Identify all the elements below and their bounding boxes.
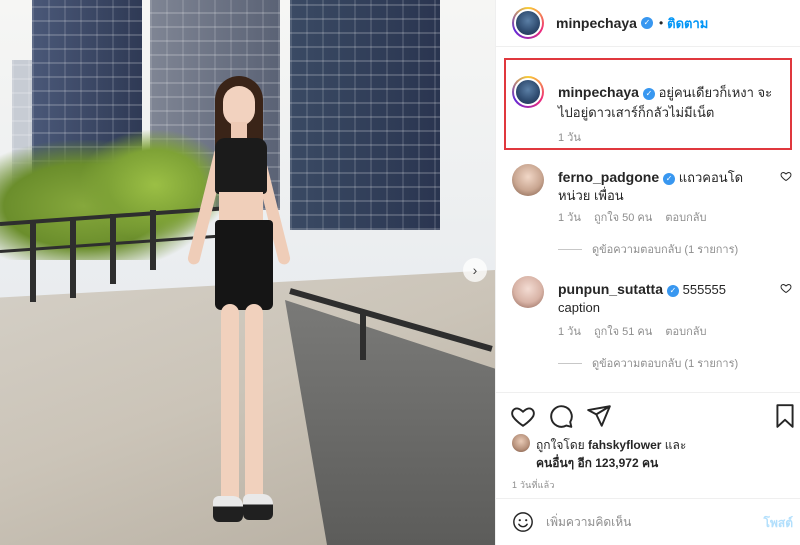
view-replies-label: ดูข้อความตอบกลับ (1 รายการ) [592, 244, 739, 256]
railing-post [110, 214, 116, 284]
bookmark-icon[interactable] [772, 403, 798, 429]
post-comment-button[interactable]: โพสต์ [764, 514, 793, 533]
caption-time: 1 วัน [558, 132, 581, 144]
likes-summary: ถูกใจโดย fahskyflower และ คนอื่นๆ อีก 12… [512, 434, 792, 470]
view-replies[interactable]: ดูข้อความตอบกลับ (1 รายการ) [558, 354, 738, 372]
avatar[interactable] [512, 76, 544, 108]
verified-badge-icon: ✓ [663, 172, 676, 185]
railing-post [150, 210, 156, 270]
comment-meta: 1 วัน ถูกใจ 50 คน ตอบกลับ [558, 208, 717, 226]
comment-input[interactable] [546, 511, 746, 533]
others-count: อีก 123,972 คน [577, 456, 659, 470]
action-bar [496, 392, 800, 434]
liked-by-prefix: ถูกใจโดย [536, 438, 585, 452]
comment-text-block: ferno_padgone ✓ แถวคอนโดหน่วย เพื่อน [558, 168, 764, 205]
header-username[interactable]: minpechaya [556, 15, 637, 31]
add-comment-bar: โพสต์ [496, 498, 800, 545]
view-replies[interactable]: ดูข้อความตอบกลับ (1 รายการ) [558, 240, 738, 258]
others-label: คนอื่นๆ [536, 456, 575, 470]
posted-time: 1 วันที่แล้ว [512, 480, 555, 490]
heart-icon[interactable] [780, 170, 792, 182]
railing-post [30, 222, 36, 302]
separator: • [658, 16, 664, 30]
reply-button[interactable]: ตอบกลับ [665, 212, 706, 224]
model-figure [185, 76, 295, 526]
verified-badge-icon: ✓ [642, 87, 655, 100]
follow-button[interactable]: ติดตาม [667, 13, 708, 34]
post-photo[interactable]: › [0, 0, 495, 545]
comment-text-block: punpun_sutatta ✓ 555555 caption [558, 280, 764, 317]
post-side-panel: minpechaya ✓ • ติดตาม minpechaya ✓ อยู่คน… [495, 0, 800, 545]
heart-icon[interactable] [780, 282, 792, 294]
comment-username[interactable]: ferno_padgone [558, 169, 659, 185]
comment-time: 1 วัน [558, 326, 581, 338]
verified-badge-icon: ✓ [640, 17, 653, 29]
comment-likes[interactable]: ถูกใจ 50 คน [594, 212, 652, 224]
verified-badge-icon: ✓ [667, 284, 679, 297]
avatar[interactable] [512, 7, 544, 39]
view-replies-label: ดูข้อความตอบกลับ (1 รายการ) [592, 358, 739, 370]
likes-count-line[interactable]: คนอื่นๆ อีก 123,972 คน [536, 454, 658, 473]
comment-icon[interactable] [548, 403, 574, 429]
avatar[interactable] [512, 434, 530, 452]
comment-time: 1 วัน [558, 212, 581, 224]
railing-post [360, 310, 366, 360]
caption-text-block: minpechaya ✓ อยู่คนเดียวก็เหงา จะไปอยู่ดา… [558, 82, 783, 123]
comment-meta: 1 วัน ถูกใจ 51 คน ตอบกลับ [558, 322, 717, 340]
caption-username[interactable]: minpechaya [558, 84, 639, 100]
liked-by-line: ถูกใจโดย fahskyflower และ [536, 436, 686, 455]
heart-icon[interactable] [510, 403, 536, 429]
reply-button[interactable]: ตอบกลับ [665, 326, 706, 338]
railing-post [70, 218, 76, 298]
avatar[interactable] [512, 164, 544, 196]
post-header: minpechaya ✓ • ติดตาม [496, 0, 800, 47]
next-photo-button[interactable]: › [463, 258, 487, 282]
avatar[interactable] [512, 276, 544, 308]
liked-by-user[interactable]: fahskyflower [588, 438, 661, 452]
comment-username[interactable]: punpun_sutatta [558, 281, 663, 297]
share-icon[interactable] [586, 403, 612, 429]
comment-likes[interactable]: ถูกใจ 51 คน [594, 326, 652, 338]
comment-item: punpun_sutatta ✓ 555555 caption 1 วัน ถูก… [512, 276, 792, 370]
building [290, 0, 440, 230]
chevron-right-icon: › [472, 262, 478, 278]
comment-item: ferno_padgone ✓ แถวคอนโดหน่วย เพื่อน 1 วั… [512, 164, 792, 256]
emoji-icon[interactable] [512, 511, 534, 533]
liked-by-and: และ [664, 438, 687, 452]
